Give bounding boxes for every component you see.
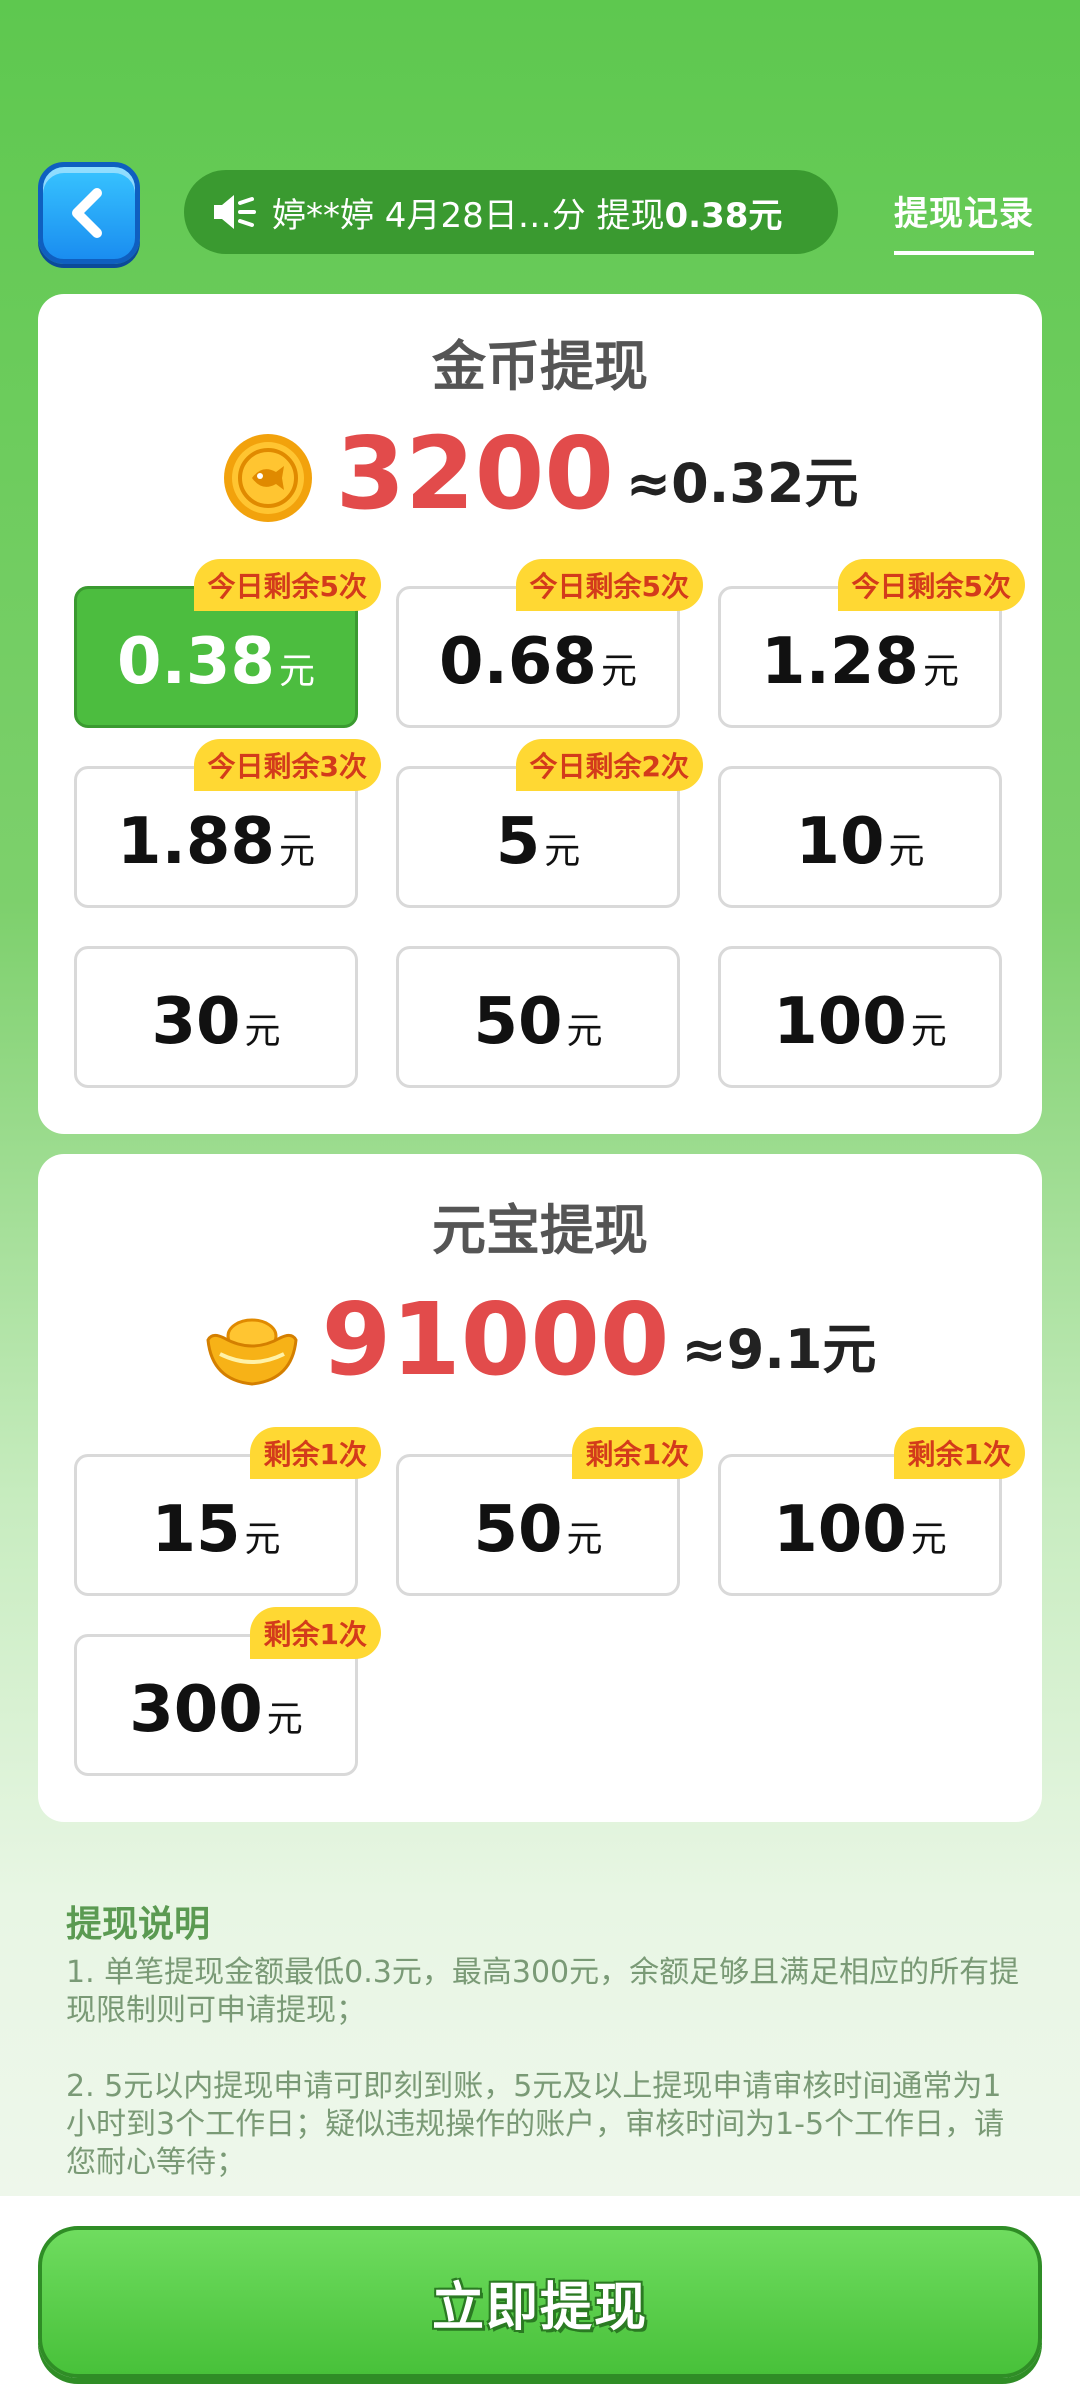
option-amount: 10 [795, 805, 885, 879]
option-amount: 300 [129, 1673, 263, 1747]
gold-ingot-icon [206, 1318, 298, 1386]
remaining-count-badge: 今日剩余2次 [515, 739, 703, 791]
option-amount: 50 [473, 1493, 563, 1567]
gold-option-1[interactable]: 0.38 元 今日剩余5次 [74, 559, 381, 728]
gold-option-5[interactable]: 5 元 今日剩余2次 [396, 739, 703, 908]
gold-balance: 3200 [335, 415, 614, 532]
gold-withdraw-card: 金币提现 3200 ≈0.32元 0.38 元今日剩余5次 0.68 元今日剩余5次 1… [38, 294, 1042, 1134]
option-amount: 100 [773, 985, 907, 1059]
gold-option-8[interactable]: 50 元 [396, 946, 680, 1088]
instruction-item-2: 2. 5元以内提现申请可即刻到账，5元及以上提现申请审核时间通常为1小时到3个工… [66, 2069, 1005, 2180]
remaining-count-badge: 剩余1次 [893, 1427, 1025, 1479]
gold-option-9[interactable]: 100 元 [718, 946, 1002, 1088]
remaining-count-badge: 剩余1次 [571, 1427, 703, 1479]
gold-option-3[interactable]: 1.28 元 今日剩余5次 [718, 559, 1025, 728]
gold-coin-icon [223, 434, 312, 522]
option-amount: 50 [473, 985, 563, 1059]
option-amount: 1.88 [117, 805, 275, 879]
ingot-option-3[interactable]: 100 元 剩余1次 [718, 1427, 1025, 1596]
option-unit: 元 [910, 1011, 947, 1052]
ingot-option-2[interactable]: 50 元 剩余1次 [396, 1427, 703, 1596]
option-amount: 100 [773, 1493, 907, 1567]
option-unit: 元 [266, 1699, 303, 1740]
option-unit: 元 [922, 651, 959, 692]
option-unit: 元 [600, 651, 637, 692]
option-unit: 元 [244, 1519, 281, 1560]
header: 婷**婷 4月28日…分 提现 0.38元 提现记录 [0, 160, 1080, 264]
option-amount: 0.68 [439, 625, 597, 699]
remaining-count-badge: 今日剩余5次 [837, 559, 1025, 611]
remaining-count-badge: 今日剩余5次 [515, 559, 703, 611]
option-amount: 1.28 [761, 625, 919, 699]
remaining-count-badge: 今日剩余3次 [193, 739, 381, 791]
withdraw-notice-ticker: 婷**婷 4月28日…分 提现 0.38元 [184, 170, 838, 254]
option-amount: 5 [495, 805, 541, 879]
gold-option-6[interactable]: 10 元 [718, 766, 1002, 908]
withdraw-now-button[interactable]: 立即提现 [38, 2226, 1042, 2378]
gold-option-2[interactable]: 0.68 元 今日剩余5次 [396, 559, 703, 728]
instruction-item-1: 1. 单笔提现金额最低0.3元，最高300元，余额足够且满足相应的所有提现限制则… [66, 1955, 1020, 2028]
option-unit: 元 [244, 1011, 281, 1052]
option-amount: 30 [151, 985, 241, 1059]
option-unit: 元 [278, 831, 315, 872]
option-unit: 元 [566, 1011, 603, 1052]
back-button[interactable] [38, 162, 140, 264]
ingot-card-title: 元宝提现 [432, 1199, 648, 1262]
withdraw-now-label: 立即提现 [431, 2277, 648, 2338]
withdraw-record-link[interactable]: 提现记录 [894, 186, 1034, 255]
gold-card-title: 金币提现 [432, 335, 648, 398]
option-unit: 元 [888, 831, 925, 872]
gold-option-4[interactable]: 1.88 元 今日剩余3次 [74, 739, 381, 908]
ingot-balance-approx: ≈9.1元 [681, 1318, 877, 1381]
withdraw-instructions: 提现说明 1. 单笔提现金额最低0.3元，最高300元，余额足够且满足相应的所有… [66, 1906, 1026, 2220]
gold-balance-approx: ≈0.32元 [625, 452, 859, 515]
ingot-balance-row: 91000 ≈9.1元 [38, 1290, 1042, 1390]
option-unit: 元 [278, 651, 315, 692]
ingot-option-4[interactable]: 300 元 剩余1次 [74, 1607, 381, 1776]
ingot-option-1[interactable]: 15 元 剩余1次 [74, 1427, 381, 1596]
remaining-count-badge: 剩余1次 [249, 1427, 381, 1479]
option-unit: 元 [910, 1519, 947, 1560]
ingot-balance: 91000 [321, 1281, 670, 1398]
option-unit: 元 [566, 1519, 603, 1560]
gold-balance-row: 3200 ≈0.32元 [38, 424, 1042, 524]
chevron-left-icon [72, 188, 102, 238]
notice-text: 婷**婷 4月28日…分 提现 [272, 195, 665, 236]
ingot-withdraw-card: 元宝提现 91000 ≈9.1元 15 元剩余1次 50 元剩余1次 100 元剩余1次 3… [38, 1154, 1042, 1822]
option-amount: 0.38 [117, 625, 275, 699]
notice-amount: 0.38元 [664, 195, 783, 236]
speaker-icon [214, 195, 256, 229]
remaining-count-badge: 今日剩余5次 [193, 559, 381, 611]
instructions-title: 提现说明 [66, 1904, 211, 1945]
remaining-count-badge: 剩余1次 [249, 1607, 381, 1659]
gold-option-7[interactable]: 30 元 [74, 946, 358, 1088]
option-unit: 元 [544, 831, 581, 872]
option-amount: 15 [151, 1493, 241, 1567]
